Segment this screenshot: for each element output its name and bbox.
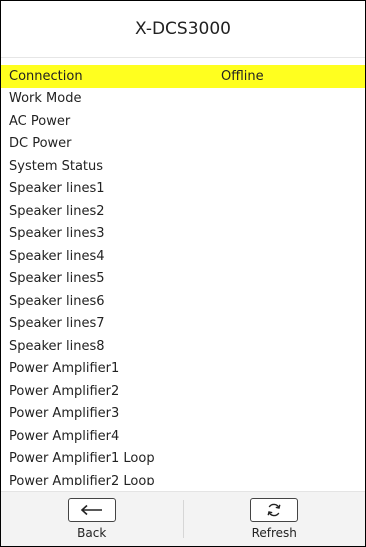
status-row-speaker-lines7[interactable]: Speaker lines7 — [1, 313, 365, 336]
status-row-speaker-lines5[interactable]: Speaker lines5 — [1, 268, 365, 291]
row-label: Speaker lines1 — [9, 181, 105, 197]
row-label: System Status — [9, 158, 104, 174]
status-list[interactable]: Connection Offline Work Mode AC Power DC… — [1, 65, 365, 485]
row-label: Power Amplifier1 Loop — [9, 451, 155, 467]
row-label: Connection — [9, 68, 83, 84]
row-label: Speaker lines5 — [9, 271, 105, 287]
status-row-speaker-lines2[interactable]: Speaker lines2 — [1, 200, 365, 223]
row-label: Power Amplifier3 — [9, 406, 120, 422]
back-label: Back — [77, 526, 107, 540]
left-arrow-icon — [67, 498, 116, 522]
row-label: Speaker lines6 — [9, 293, 105, 309]
status-row-speaker-lines6[interactable]: Speaker lines6 — [1, 290, 365, 313]
back-button[interactable]: Back — [1, 492, 183, 546]
status-row-power-amplifier2[interactable]: Power Amplifier2 — [1, 380, 365, 403]
status-row-speaker-lines4[interactable]: Speaker lines4 — [1, 245, 365, 268]
row-label: Power Amplifier1 — [9, 361, 120, 377]
status-row-ac-power[interactable]: AC Power — [1, 110, 365, 133]
row-label: DC Power — [9, 136, 72, 152]
refresh-button[interactable]: Refresh — [184, 492, 366, 546]
row-label: Speaker lines3 — [9, 226, 105, 242]
row-label: Speaker lines2 — [9, 203, 105, 219]
refresh-label: Refresh — [251, 526, 297, 540]
status-row-speaker-lines1[interactable]: Speaker lines1 — [1, 178, 365, 201]
status-row-power-amplifier1[interactable]: Power Amplifier1 — [1, 358, 365, 381]
status-row-speaker-lines8[interactable]: Speaker lines8 — [1, 335, 365, 358]
row-label: Speaker lines7 — [9, 316, 105, 332]
status-row-power-amplifier3[interactable]: Power Amplifier3 — [1, 403, 365, 426]
status-row-power-amplifier2-loop[interactable]: Power Amplifier2 Loop — [1, 470, 365, 485]
row-label: AC Power — [9, 113, 71, 129]
status-row-power-amplifier1-loop[interactable]: Power Amplifier1 Loop — [1, 448, 365, 471]
page-title: X-DCS3000 — [135, 19, 231, 39]
row-label: Power Amplifier2 Loop — [9, 473, 155, 485]
bottom-toolbar: Back Refresh — [1, 491, 365, 546]
row-value: Offline — [221, 68, 264, 84]
status-row-dc-power[interactable]: DC Power — [1, 133, 365, 156]
row-label: Work Mode — [9, 91, 82, 107]
row-label: Power Amplifier2 — [9, 383, 120, 399]
row-label: Power Amplifier4 — [9, 428, 120, 444]
status-row-power-amplifier4[interactable]: Power Amplifier4 — [1, 425, 365, 448]
status-row-connection[interactable]: Connection Offline — [1, 65, 365, 88]
refresh-icon — [250, 498, 299, 522]
status-row-system-status[interactable]: System Status — [1, 155, 365, 178]
status-row-speaker-lines3[interactable]: Speaker lines3 — [1, 223, 365, 246]
title-bar: X-DCS3000 — [1, 1, 365, 58]
row-label: Speaker lines4 — [9, 248, 105, 264]
device-status-screen: X-DCS3000 Connection Offline Work Mode A… — [0, 0, 366, 547]
row-label: Speaker lines8 — [9, 338, 105, 354]
status-row-work-mode[interactable]: Work Mode — [1, 88, 365, 111]
